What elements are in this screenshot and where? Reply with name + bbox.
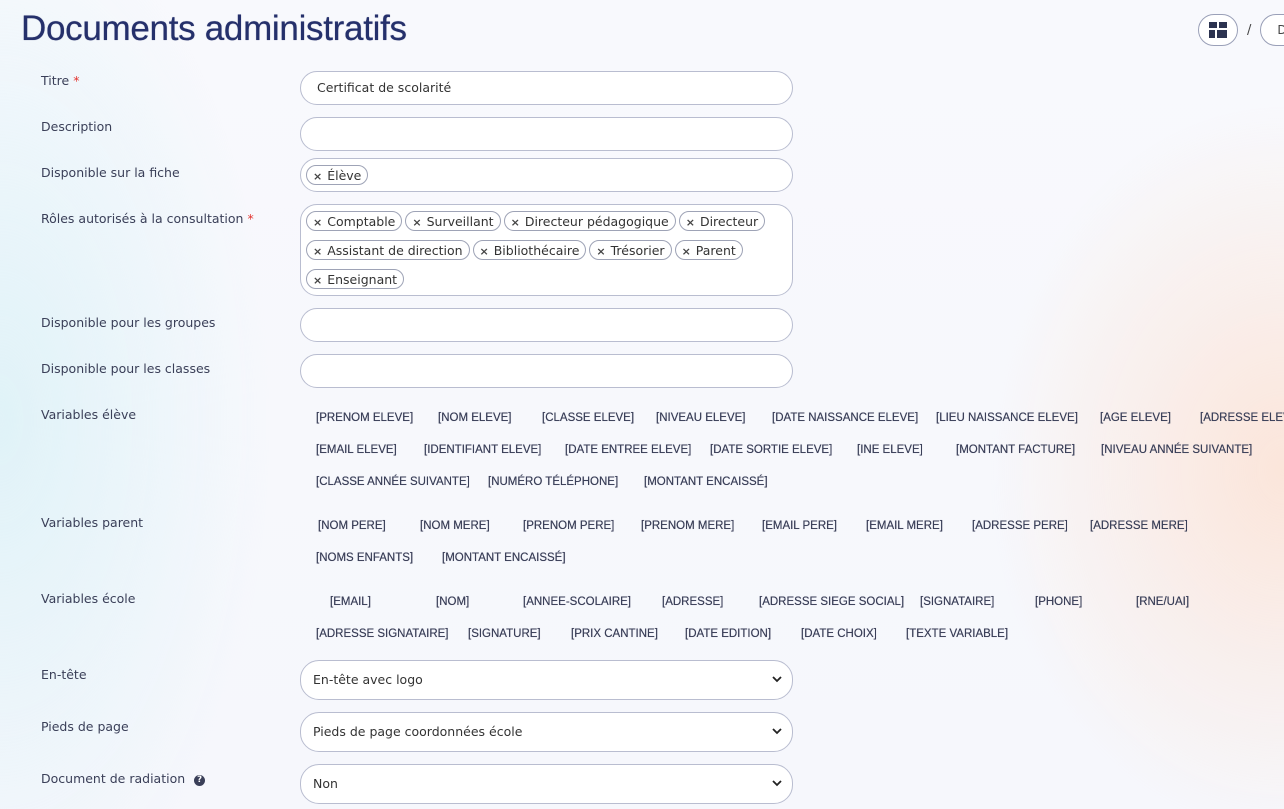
tag-role[interactable]: × Directeur pédagogique xyxy=(503,211,676,231)
variable-chip[interactable]: [RNE/UAI] xyxy=(1136,596,1189,608)
remove-tag-icon[interactable]: × xyxy=(596,245,605,258)
variables-parent-list: [NOM PERE] [NOM MERE] [PRENOM PERE] [PRE… xyxy=(300,520,1284,584)
variable-chip[interactable]: [NOM PERE] xyxy=(318,520,386,532)
variable-chip[interactable]: [AGE ELEVE] xyxy=(1100,412,1171,424)
disponible-fiche-label: Disponible sur la fiche xyxy=(41,165,180,180)
remove-tag-icon[interactable]: × xyxy=(313,216,322,229)
tag-role[interactable]: × Directeur xyxy=(678,211,766,231)
variable-chip[interactable]: [DATE CHOIX] xyxy=(801,628,877,640)
variable-chip[interactable]: [NOM MERE] xyxy=(420,520,490,532)
variable-chip[interactable]: [NOMS ENFANTS] xyxy=(316,552,413,564)
classes-label: Disponible pour les classes xyxy=(41,361,211,376)
variable-chip[interactable]: [EMAIL] xyxy=(330,596,371,608)
tag-role[interactable]: × Comptable xyxy=(306,211,403,231)
variable-chip[interactable]: [SIGNATAIRE] xyxy=(920,596,994,608)
remove-tag-icon[interactable]: × xyxy=(313,245,322,258)
variable-chip[interactable]: [NOM] xyxy=(436,596,469,608)
chevron-down-icon xyxy=(772,713,782,735)
required-mark: * xyxy=(73,73,80,88)
radiation-selected-value: Non xyxy=(313,776,338,791)
variable-chip[interactable]: [PRENOM ELEVE] xyxy=(316,412,413,424)
variables-ecole-list: [EMAIL] [NOM] [ANNEE-SCOLAIRE] [ADRESSE]… xyxy=(300,596,1284,660)
groupes-input[interactable] xyxy=(300,308,793,342)
variable-chip[interactable]: [ADRESSE MERE] xyxy=(1090,520,1188,532)
tag-role[interactable]: × Trésorier xyxy=(589,240,672,260)
variable-chip[interactable]: [EMAIL PERE] xyxy=(762,520,837,532)
variable-chip[interactable]: [ANNEE-SCOLAIRE] xyxy=(523,596,631,608)
variable-chip[interactable]: [NIVEAU ELEVE] xyxy=(656,412,745,424)
variable-chip[interactable]: [NOM ELEVE] xyxy=(438,412,512,424)
variable-chip[interactable]: [MONTANT ENCAISSÉ] xyxy=(644,476,768,488)
variable-chip[interactable]: [MONTANT FACTURE] xyxy=(956,444,1075,456)
remove-tag-icon[interactable]: × xyxy=(682,245,691,258)
entete-select[interactable]: En-tête avec logo xyxy=(300,660,793,700)
variable-chip[interactable]: [ADRESSE SIEGE SOCIAL] xyxy=(759,596,904,608)
variable-chip[interactable]: [CLASSE ELEVE] xyxy=(542,412,634,424)
variable-chip[interactable]: [LIEU NAISSANCE ELEVE] xyxy=(936,412,1078,424)
titre-input[interactable]: Certificat de scolarité xyxy=(300,71,793,105)
remove-tag-icon[interactable]: × xyxy=(511,216,520,229)
roles-label: Rôles autorisés à la consultation * xyxy=(41,211,254,226)
remove-tag-icon[interactable]: × xyxy=(313,170,322,183)
remove-tag-icon[interactable]: × xyxy=(313,274,322,287)
variable-chip[interactable]: [ADRESSE PERE] xyxy=(972,520,1068,532)
variable-chip[interactable]: [NIVEAU ANNÉE SUIVANTE] xyxy=(1101,444,1252,456)
disponible-fiche-field[interactable]: × Élève xyxy=(300,158,793,192)
entete-label: En-tête xyxy=(41,667,87,682)
tag-role[interactable]: × Parent xyxy=(674,240,743,260)
roles-field[interactable]: × Comptable × Surveillant × Directeur pédagog… xyxy=(300,204,793,296)
variable-chip[interactable]: [NUMÉRO TÉLÉPHONE] xyxy=(488,476,618,488)
remove-tag-icon[interactable]: × xyxy=(480,245,489,258)
variable-chip[interactable]: [DATE EDITION] xyxy=(685,628,771,640)
variable-chip[interactable]: [EMAIL MERE] xyxy=(866,520,943,532)
radiation-label: Document de radiation? xyxy=(41,771,206,786)
variables-parent-label: Variables parent xyxy=(41,515,144,530)
variable-chip[interactable]: [MONTANT ENCAISSÉ] xyxy=(442,552,566,564)
variable-chip[interactable]: [PRENOM PERE] xyxy=(523,520,614,532)
tag-role[interactable]: × Surveillant xyxy=(405,211,501,231)
variable-chip[interactable]: [ADRESSE] xyxy=(662,596,723,608)
variables-eleve-label: Variables élève xyxy=(41,407,137,422)
document-form: Titre * Certificat de scolarité Descripti… xyxy=(0,0,1284,809)
variable-chip[interactable]: [PHONE] xyxy=(1035,596,1082,608)
variable-chip[interactable]: [INE ELEVE] xyxy=(857,444,923,456)
variable-chip[interactable]: [DATE SORTIE ELEVE] xyxy=(710,444,832,456)
variable-chip[interactable]: [IDENTIFIANT ELEVE] xyxy=(424,444,541,456)
chevron-down-icon xyxy=(772,661,782,683)
groupes-label: Disponible pour les groupes xyxy=(41,315,216,330)
question-circle-icon[interactable]: ? xyxy=(194,775,206,786)
variable-chip[interactable]: [PRIX CANTINE] xyxy=(571,628,658,640)
variable-chip[interactable]: [PRENOM MERE] xyxy=(641,520,734,532)
variable-chip[interactable]: [ADRESSE SIGNATAIRE] xyxy=(316,628,449,640)
tag-role[interactable]: × Assistant de direction xyxy=(306,240,470,260)
remove-tag-icon[interactable]: × xyxy=(686,216,695,229)
titre-label: Titre * xyxy=(41,73,80,88)
entete-selected-value: En-tête avec logo xyxy=(313,672,423,687)
variable-chip[interactable]: [EMAIL ELEVE] xyxy=(316,444,397,456)
required-mark: * xyxy=(247,211,254,226)
variable-chip[interactable]: [DATE ENTREE ELEVE] xyxy=(565,444,691,456)
variable-chip[interactable]: [DATE NAISSANCE ELEVE] xyxy=(772,412,918,424)
pieds-select[interactable]: Pieds de page coordonnées école xyxy=(300,712,793,752)
variable-chip[interactable]: [SIGNATURE] xyxy=(468,628,541,640)
tag-eleve[interactable]: × Élève xyxy=(306,165,369,185)
variable-chip[interactable]: [ADRESSE ELEVE xyxy=(1200,412,1284,424)
description-label: Description xyxy=(41,119,113,134)
pieds-selected-value: Pieds de page coordonnées école xyxy=(313,724,523,739)
pieds-label: Pieds de page xyxy=(41,719,129,734)
remove-tag-icon[interactable]: × xyxy=(412,216,421,229)
variables-eleve-list: [PRENOM ELEVE] [NOM ELEVE] [CLASSE ELEVE… xyxy=(300,412,1284,508)
variables-ecole-label: Variables école xyxy=(41,591,136,606)
description-input[interactable] xyxy=(300,117,793,151)
tag-role[interactable]: × Bibliothécaire xyxy=(472,240,587,260)
variable-chip[interactable]: [TEXTE VARIABLE] xyxy=(906,628,1008,640)
radiation-select[interactable]: Non xyxy=(300,764,793,804)
chevron-down-icon xyxy=(772,765,782,787)
variable-chip[interactable]: [CLASSE ANNÉE SUIVANTE] xyxy=(316,476,470,488)
tag-role[interactable]: × Enseignant xyxy=(306,269,405,289)
classes-input[interactable] xyxy=(300,354,793,388)
